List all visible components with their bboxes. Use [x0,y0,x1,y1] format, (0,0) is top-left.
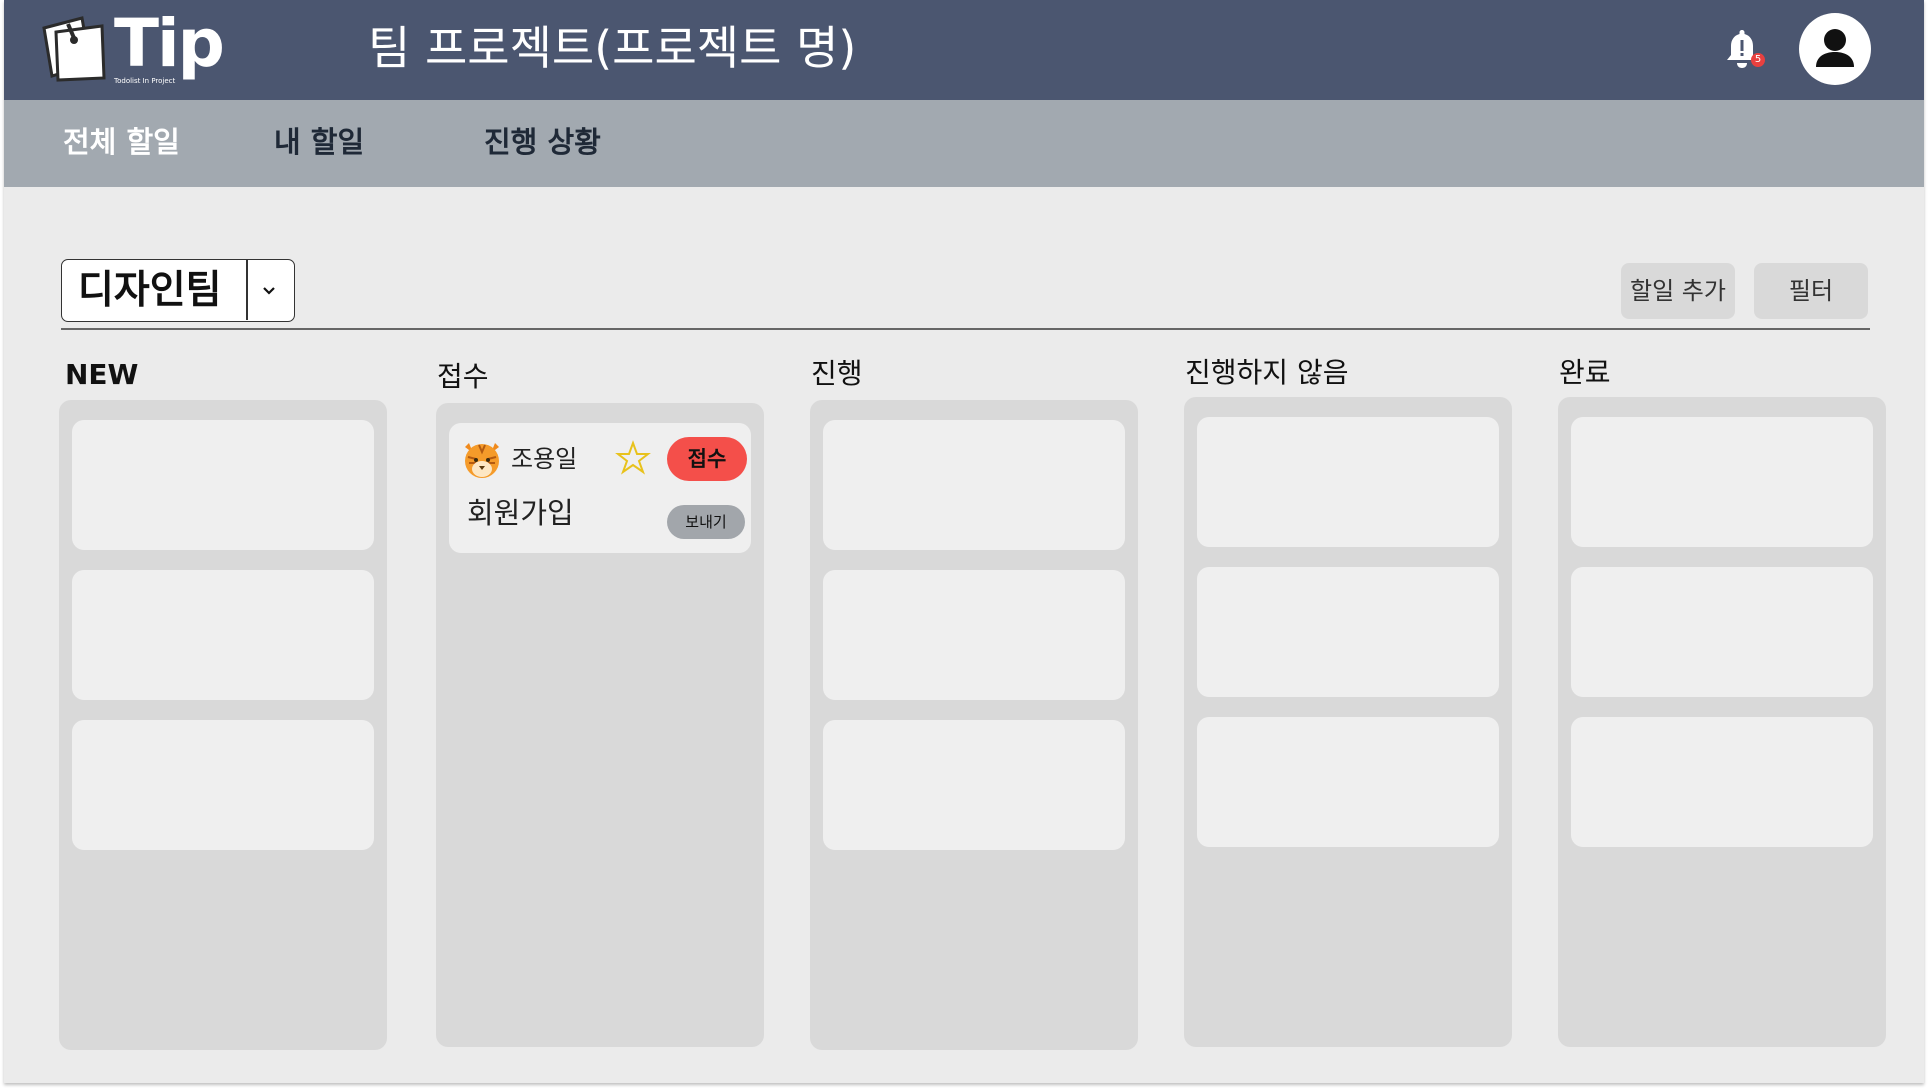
logo-text: Tip [114,5,225,82]
team-select-value: 디자인팀 [78,268,222,313]
empty-task-slot [1197,417,1499,547]
top-header: Tip Todolist In Project 팀 프로젝트(프로젝트 명) 5 [4,0,1924,100]
empty-task-slot [1197,717,1499,847]
column-received: 조용일 접수 회원가입 보내기 [436,403,764,1047]
column-new [59,400,387,1050]
empty-task-slot [823,570,1125,700]
logo-tagline: Todolist In Project [114,77,176,85]
column-not-started [1184,397,1512,1047]
empty-task-slot [1571,717,1873,847]
nav-tab-all-tasks[interactable]: 전체 할일 [63,120,180,164]
column-title-in-progress: 진행 [811,357,863,390]
chevron-down-icon[interactable] [260,282,278,300]
user-icon [1816,29,1854,67]
add-task-button[interactable]: 할일 추가 [1621,263,1735,319]
send-button[interactable]: 보내기 [667,505,745,539]
team-select-divider [246,260,248,320]
column-title-received: 접수 [437,360,489,393]
task-assignee: 조용일 [511,445,578,473]
empty-task-slot [72,420,374,550]
app-frame: Tip Todolist In Project 팀 프로젝트(프로젝트 명) 5… [4,0,1924,1083]
star-icon[interactable] [615,440,651,476]
column-done [1558,397,1886,1047]
notification-badge: 5 [1751,53,1765,67]
nav-tab-my-tasks[interactable]: 내 할일 [274,120,364,164]
logo-icon [42,16,106,82]
user-avatar[interactable] [1799,13,1871,85]
nav-tab-progress[interactable]: 진행 상황 [484,120,601,164]
empty-task-slot [823,420,1125,550]
status-badge: 접수 [667,437,747,481]
team-select[interactable]: 디자인팀 [61,259,295,322]
column-title-done: 완료 [1559,356,1611,389]
empty-task-slot [1571,567,1873,697]
tiger-avatar-icon [465,443,499,478]
column-in-progress [810,400,1138,1050]
empty-task-slot [72,570,374,700]
filter-button[interactable]: 필터 [1754,263,1868,319]
empty-task-slot [1197,567,1499,697]
column-title-not-started: 진행하지 않음 [1185,356,1349,389]
empty-task-slot [1571,417,1873,547]
column-title-new: NEW [65,358,139,391]
main-nav: 전체 할일 내 할일 진행 상황 [4,100,1924,187]
task-title: 회원가입 [467,496,574,530]
empty-task-slot [823,720,1125,850]
toolbar-divider [61,328,1870,330]
task-card[interactable]: 조용일 접수 회원가입 보내기 [449,423,751,553]
project-title: 팀 프로젝트(프로젝트 명) [368,21,857,75]
empty-task-slot [72,720,374,850]
app-logo[interactable]: Tip Todolist In Project [38,5,238,90]
